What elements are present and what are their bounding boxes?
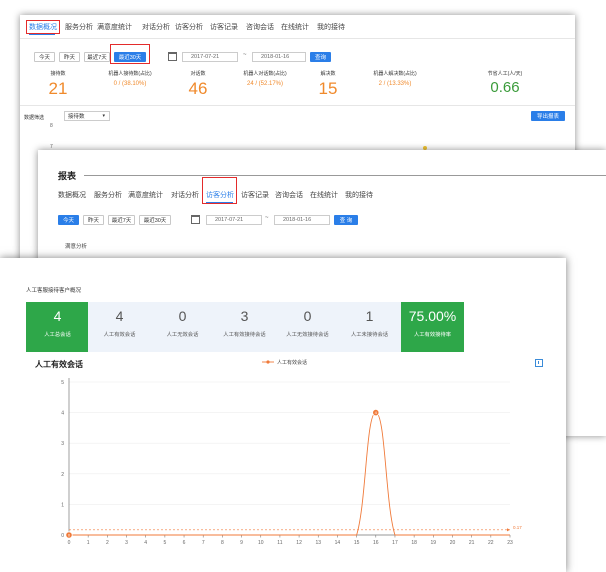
metric-value: 0.66 (490, 79, 520, 96)
last7-button[interactable]: 最近7天 (84, 52, 110, 62)
section-label: 满意分析 (65, 244, 88, 250)
metric-label: 节省人工(人/天) (487, 71, 523, 77)
metric-label: 解决数 (320, 71, 336, 77)
tab-service[interactable]: 服务分析 (94, 191, 122, 200)
tab-dialog[interactable]: 对话分析 (142, 23, 170, 32)
axis-label: 8 (50, 123, 53, 129)
yesterday-button[interactable]: 昨天 (83, 215, 104, 225)
stat-value: 3 (240, 308, 249, 324)
section-title: 人工客服接待客户概况 (26, 288, 82, 294)
stat-card-unreceived: 1 人工未接待会话 (338, 302, 401, 352)
highlight-last30 (110, 44, 150, 64)
stat-card-invalid-reception: 0 人工无效接待会话 (276, 302, 339, 352)
metric-value: 24 / (52.17%) (246, 81, 284, 87)
stat-value: 4 (53, 308, 62, 324)
filter-label: 数据筛选 (24, 115, 45, 121)
chart-title: 人工有效会话 (35, 360, 83, 369)
yesterday-button[interactable]: 昨天 (59, 52, 80, 62)
tab-visitor-log[interactable]: 访客记录 (241, 191, 269, 200)
tab-online[interactable]: 在线统计 (310, 191, 338, 200)
stat-label: 人工有效会话 (103, 332, 136, 338)
tab-online[interactable]: 在线统计 (281, 23, 309, 32)
download-icon[interactable] (535, 359, 543, 367)
query-button[interactable]: 查询 (310, 52, 331, 62)
highlight-tab-overview (26, 20, 60, 34)
calendar-icon[interactable] (191, 215, 200, 224)
divider (20, 38, 575, 39)
metric-label: 对话数 (190, 71, 206, 77)
chevron-down-icon: ▾ (102, 113, 105, 119)
page-title: 报表 (58, 171, 77, 181)
date-from-field[interactable]: 2017-07-21 (182, 52, 238, 62)
stat-label: 人工无效接待会话 (286, 332, 329, 338)
tab-underline (206, 202, 233, 203)
metric-value: 0 / (38.10%) (113, 81, 147, 87)
metric-label: 接待数 (50, 71, 66, 77)
metric-value: 21 (48, 79, 68, 98)
stat-value: 0 (303, 308, 312, 324)
tab-consult[interactable]: 咨询会话 (246, 23, 274, 32)
highlight-tab-visitor (202, 177, 237, 204)
tab-consult[interactable]: 咨询会话 (275, 191, 303, 200)
tab-visitor[interactable]: 访客分析 (175, 23, 203, 32)
stat-value: 0 (178, 308, 187, 324)
tab-satisfaction[interactable]: 满意度统计 (128, 191, 163, 200)
stat-label: 人工总会话 (44, 332, 71, 338)
filter-select-value: 接待数 (68, 114, 85, 120)
stat-card-rate: 75.00% 人工有效接待率 (401, 302, 464, 352)
last30-button[interactable]: 最近30天 (139, 215, 171, 225)
metric-label: 机器人接待数(占比) (108, 71, 152, 77)
date-to-field[interactable]: 2018-01-16 (274, 215, 330, 225)
tab-satisfaction[interactable]: 满意度统计 (97, 23, 132, 32)
divider (20, 105, 575, 106)
filter-select[interactable]: 接待数 ▾ (64, 111, 110, 121)
calendar-icon[interactable] (168, 52, 177, 61)
stat-label: 人工有效接待率 (413, 332, 452, 338)
query-button[interactable]: 查 询 (334, 215, 358, 225)
stat-card-total: 4 人工总会话 (26, 302, 89, 352)
today-button[interactable]: 今天 (34, 52, 55, 62)
stat-label: 人工无效会话 (166, 332, 199, 338)
stat-card-valid: 4 人工有效会话 (88, 302, 151, 352)
stat-card-valid-reception: 3 人工有效接待会话 (213, 302, 276, 352)
metric-value: 15 (318, 79, 338, 98)
date-to-field[interactable]: 2018-01-16 (252, 52, 306, 62)
stat-value: 1 (365, 308, 374, 324)
tab-visitor-log[interactable]: 访客记录 (210, 23, 238, 32)
date-separator: ~ (243, 52, 247, 58)
tab-reception[interactable]: 我的接待 (317, 23, 345, 32)
title-rule (84, 175, 606, 176)
tab-dialog[interactable]: 对话分析 (171, 191, 199, 200)
stat-label: 人工有效接待会话 (223, 332, 266, 338)
tab-underline (29, 34, 55, 35)
metric-label: 机器人解决数(占比) (373, 71, 417, 77)
date-separator: ~ (265, 215, 269, 221)
today-button[interactable]: 今天 (58, 215, 79, 225)
stat-label: 人工未接待会话 (350, 332, 389, 338)
tab-overview[interactable]: 数据概况 (58, 191, 86, 200)
date-from-field[interactable]: 2017-07-21 (206, 215, 262, 225)
export-button[interactable]: 导出报表 (531, 111, 565, 121)
metric-value: 2 / (13.33%) (378, 81, 412, 87)
tab-reception[interactable]: 我的接待 (345, 191, 373, 200)
last7-button[interactable]: 最近7天 (108, 215, 135, 225)
metric-value: 46 (188, 79, 208, 98)
stat-card-invalid: 0 人工无效会话 (151, 302, 214, 352)
metric-label: 机器人对话数(占比) (243, 71, 287, 77)
stat-value: 4 (115, 308, 124, 324)
stat-value: 75.00% (408, 308, 457, 324)
tab-service[interactable]: 服务分析 (65, 23, 93, 32)
